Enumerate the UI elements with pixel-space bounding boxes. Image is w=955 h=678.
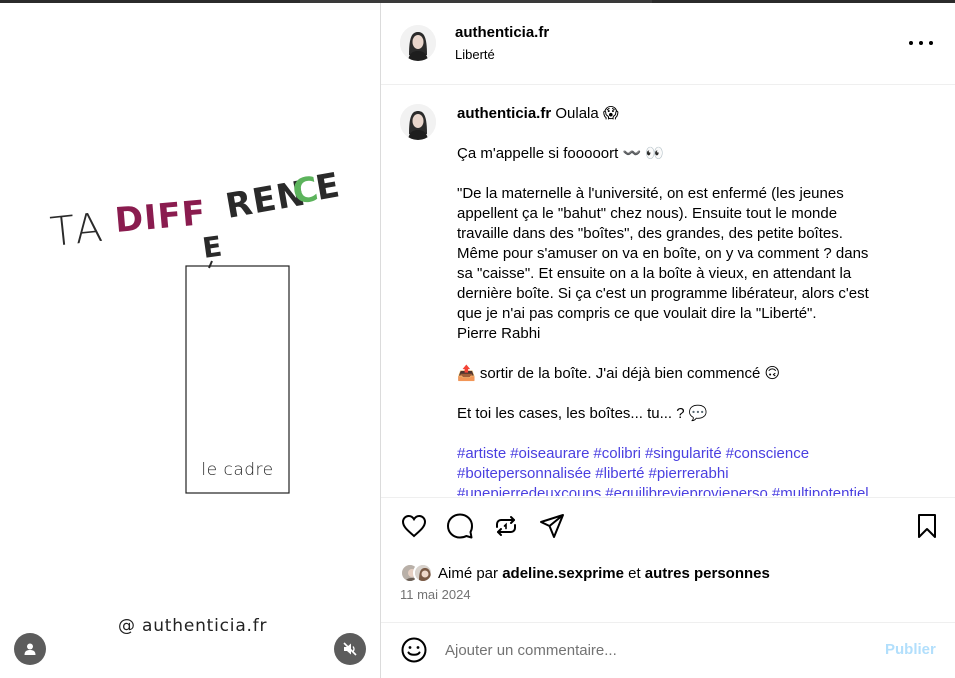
post-details-panel: authenticia.fr Liberté authenticia.fr Ou… xyxy=(380,3,955,678)
smiley-icon[interactable] xyxy=(400,636,428,664)
hashtag-link[interactable]: #artiste xyxy=(457,445,506,462)
quote-line: appellent ça le "bahut" chez nous). Ensu… xyxy=(457,205,838,222)
art-word-diff: DIFF xyxy=(113,193,207,241)
hashtags-line: #boitepersonnalisée #liberté #pierrerabhi xyxy=(457,464,927,484)
quote-line: travaille dans des "boîtes", des grandes… xyxy=(457,225,843,242)
caption-avatar[interactable] xyxy=(400,104,436,140)
avatar[interactable] xyxy=(400,25,436,61)
caption-text: authenticia.fr Oulala 😱 Ça m'appelle si … xyxy=(457,104,927,496)
quote-line: dernière boîte. Si ça c'est un programme… xyxy=(457,285,869,302)
comment-bar: Publier xyxy=(381,622,955,678)
action-bar xyxy=(381,497,955,557)
hashtag-link[interactable]: #conscience xyxy=(726,445,809,462)
more-horizontal-icon xyxy=(909,41,913,45)
hashtag-link[interactable]: #unepierredeuxcoups xyxy=(457,485,601,496)
art-frame xyxy=(185,265,290,494)
hashtag-link[interactable]: #equilibrevieprovieperso xyxy=(605,485,768,496)
bookmark-icon[interactable] xyxy=(913,512,941,540)
hashtag-link[interactable]: #liberté xyxy=(595,465,644,482)
likes-summary[interactable]: Aimé par adeline.sexprime et autres pers… xyxy=(400,561,770,585)
quote-line: que je n'ai pas compris ce que voulait d… xyxy=(457,305,817,322)
caption-username[interactable]: authenticia.fr xyxy=(457,105,551,122)
quote-author: Pierre Rabhi xyxy=(457,325,541,342)
art-word-ta: TA xyxy=(48,204,107,255)
paper-plane-icon[interactable] xyxy=(538,512,566,540)
hashtag-link[interactable]: #boitepersonnalisée xyxy=(457,465,591,482)
quote-line: "De la maternelle à l'université, on est… xyxy=(457,185,844,202)
publish-button[interactable]: Publier xyxy=(885,641,936,658)
art-handle: @ authenticia.fr xyxy=(118,616,268,636)
caption-para-1: Ça m'appelle si fooooort 〰️ 👀 xyxy=(457,145,664,162)
liker-username[interactable]: adeline.sexprime xyxy=(502,565,624,582)
heart-icon[interactable] xyxy=(400,512,428,540)
quote-line: sa "caisse". Et ensuite on a la boîte à … xyxy=(457,265,852,282)
comment-bubble-icon[interactable] xyxy=(446,512,474,540)
art-frame-label: le cadre xyxy=(201,460,274,480)
hashtag-link[interactable]: #colibri xyxy=(593,445,641,462)
artwork: TA DIFF E REN C E xyxy=(48,165,342,494)
caption-first-line: Oulala 😱 xyxy=(555,105,619,122)
post-date[interactable]: 11 mai 2024 xyxy=(400,587,471,602)
more-options-button[interactable] xyxy=(909,33,933,53)
mute-button[interactable] xyxy=(334,633,366,665)
person-icon xyxy=(24,643,36,655)
post-media[interactable]: TA DIFF E REN C E le cadre @ authenticia… xyxy=(0,3,380,678)
comment-input[interactable] xyxy=(445,633,865,667)
post-author-username[interactable]: authenticia.fr xyxy=(455,24,549,41)
hashtag-link[interactable]: #oiseaurare xyxy=(510,445,589,462)
art-word-e: E xyxy=(200,230,224,265)
speaker-muted-icon xyxy=(343,642,357,656)
post-location[interactable]: Liberté xyxy=(455,47,495,62)
post-header: authenticia.fr Liberté xyxy=(381,3,955,85)
quote-line: Même pour s'amuser on va en boîte, on y … xyxy=(457,245,869,262)
likes-text: Aimé par adeline.sexprime et autres pers… xyxy=(438,564,770,582)
hashtag-link[interactable]: #multipotentiel xyxy=(772,485,869,496)
repost-icon[interactable] xyxy=(492,512,520,540)
other-likers-link[interactable]: autres personnes xyxy=(645,565,770,582)
hashtag-link[interactable]: #singularité xyxy=(645,445,722,462)
liker-avatar xyxy=(413,563,433,583)
tagged-users-button[interactable] xyxy=(14,633,46,665)
hashtag-link[interactable]: #pierrerabhi xyxy=(648,465,728,482)
caption-para-3: 📤 sortir de la boîte. J'ai déjà bien com… xyxy=(457,365,781,382)
caption-scroll-area[interactable]: authenticia.fr Oulala 😱 Ça m'appelle si … xyxy=(381,86,955,496)
caption-para-4: Et toi les cases, les boîtes... tu... ? … xyxy=(457,405,708,422)
hashtags-line: #artiste #oiseaurare #colibri #singularité #… xyxy=(457,444,927,464)
hashtags-line: #unepierredeuxcoups #equilibrevieproviepe… xyxy=(457,484,927,496)
